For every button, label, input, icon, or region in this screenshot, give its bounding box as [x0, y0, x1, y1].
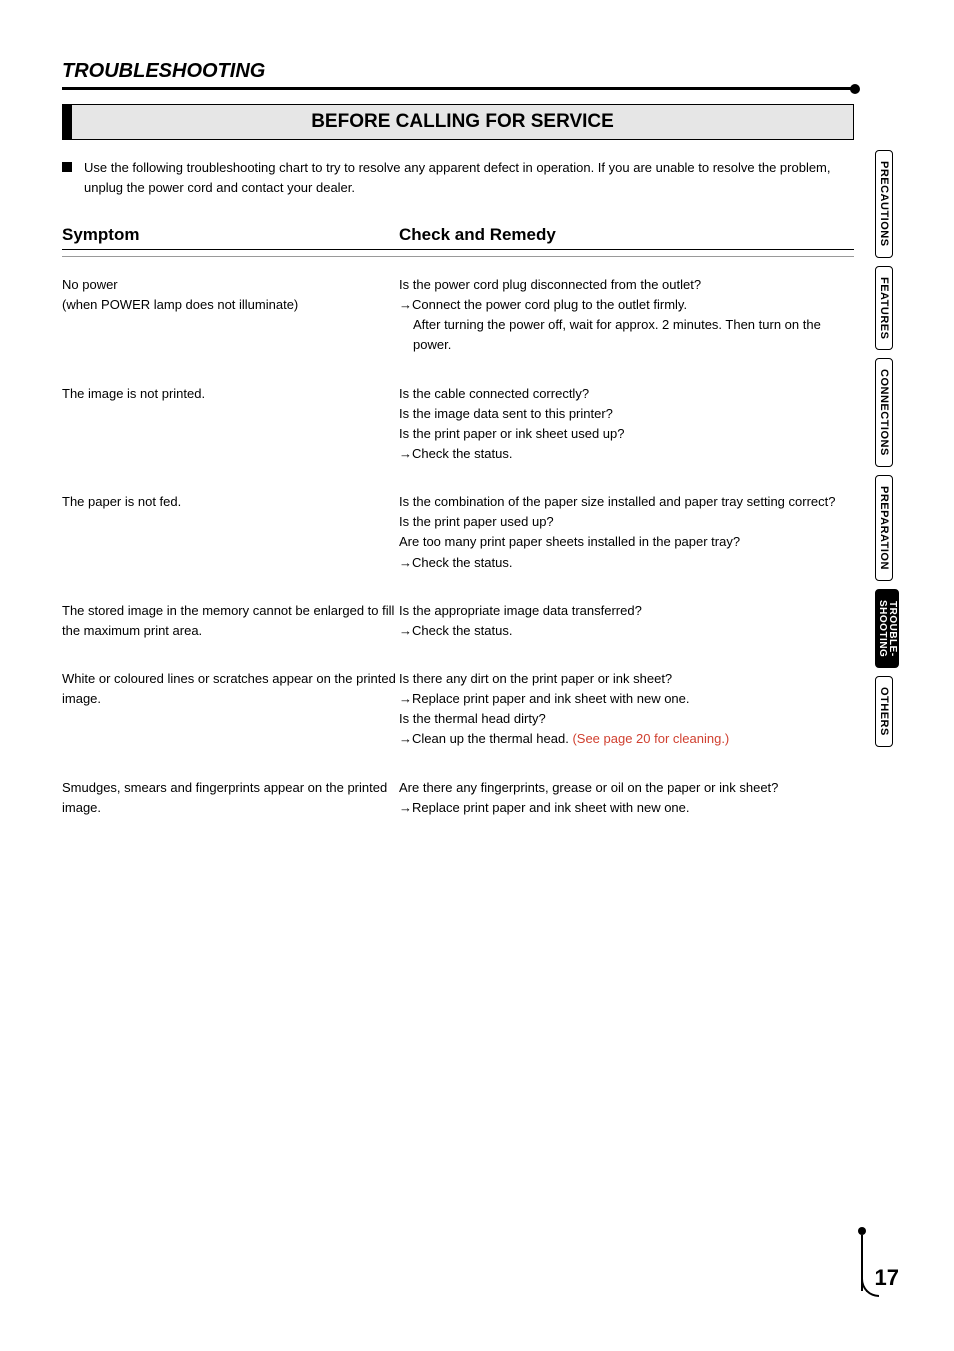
arrow-icon: →	[399, 555, 412, 570]
remedy-line: Are there any fingerprints, grease or oi…	[399, 778, 854, 798]
table-body: No power(when POWER lamp does not illumi…	[62, 256, 854, 818]
title-rule	[62, 87, 854, 90]
arrow-icon: →	[399, 297, 412, 312]
symptom-cell: White or coloured lines or scratches app…	[62, 669, 399, 750]
remedy-cell: Is there any dirt on the print paper or …	[399, 669, 854, 750]
side-tab[interactable]: PREPARATION	[875, 475, 893, 581]
table-row: The image is not printed.Is the cable co…	[62, 384, 854, 465]
table-row: No power(when POWER lamp does not illumi…	[62, 275, 854, 356]
remedy-cell: Are there any fingerprints, grease or oi…	[399, 778, 854, 818]
side-tabs: PRECAUTIONS FEATURES CONNECTIONS PREPARATIO…	[875, 150, 899, 755]
remedy-cell: Is the combination of the paper size ins…	[399, 492, 854, 573]
symptom-cell: The stored image in the memory cannot be…	[62, 601, 399, 641]
symptom-cell: The paper is not fed.	[62, 492, 399, 573]
symptom-cell: Smudges, smears and fingerprints appear …	[62, 778, 399, 818]
remedy-line: Is the thermal head dirty?	[399, 709, 854, 729]
table-row: The paper is not fed.Is the combination …	[62, 492, 854, 573]
remedy-line: Is the power cord plug disconnected from…	[399, 275, 854, 295]
side-tab[interactable]: FEATURES	[875, 266, 893, 350]
intro-row: Use the following troubleshooting chart …	[62, 158, 854, 197]
remedy-cell: Is the appropriate image data transferre…	[399, 601, 854, 641]
side-tab[interactable]: CONNECTIONS	[875, 358, 893, 467]
remedy-line: →Clean up the thermal head. (See page 20…	[399, 729, 854, 749]
symptom-line: No power	[62, 275, 399, 295]
symptom-line: The image is not printed.	[62, 384, 399, 404]
table-row: White or coloured lines or scratches app…	[62, 669, 854, 750]
remedy-line: Is the combination of the paper size ins…	[399, 492, 854, 512]
page-number-area: 17	[855, 1231, 899, 1291]
side-tab[interactable]: OTHERS	[875, 676, 893, 747]
symptom-line: The stored image in the memory cannot be…	[62, 601, 399, 641]
remedy-line: Is the print paper or ink sheet used up?	[399, 424, 854, 444]
symptom-line: White or coloured lines or scratches app…	[62, 669, 399, 709]
arrow-icon: →	[399, 446, 412, 461]
remedy-line: →Check the status.	[399, 621, 854, 641]
symptom-line: Smudges, smears and fingerprints appear …	[62, 778, 399, 818]
symptom-line: (when POWER lamp does not illuminate)	[62, 295, 399, 315]
remedy-line: →Replace print paper and ink sheet with …	[399, 798, 854, 818]
symptom-cell: The image is not printed.	[62, 384, 399, 465]
intro-text: Use the following troubleshooting chart …	[84, 158, 854, 197]
side-tab[interactable]: PRECAUTIONS	[875, 150, 893, 258]
page-reference-link[interactable]: (See page 20 for cleaning.)	[572, 731, 729, 746]
remedy-line: →Check the status.	[399, 553, 854, 573]
arrow-icon: →	[399, 691, 412, 706]
remedy-cell: Is the power cord plug disconnected from…	[399, 275, 854, 356]
header-remedy: Check and Remedy	[399, 225, 854, 245]
table-row: The stored image in the memory cannot be…	[62, 601, 854, 641]
remedy-cell: Is the cable connected correctly?Is the …	[399, 384, 854, 465]
remedy-line: Is the image data sent to this printer?	[399, 404, 854, 424]
remedy-line: Is the cable connected correctly?	[399, 384, 854, 404]
remedy-line: After turning the power off, wait for ap…	[399, 315, 854, 355]
table-header-row: Symptom Check and Remedy	[62, 225, 854, 250]
side-tab[interactable]: SHOOTINGTROUBLE-	[875, 589, 899, 668]
bullet-icon	[62, 162, 72, 172]
remedy-line: →Connect the power cord plug to the outl…	[399, 295, 854, 315]
remedy-line: Is there any dirt on the print paper or …	[399, 669, 854, 689]
remedy-line: →Check the status.	[399, 444, 854, 464]
symptom-line: The paper is not fed.	[62, 492, 399, 512]
remedy-line: Are too many print paper sheets installe…	[399, 532, 854, 552]
symptom-cell: No power(when POWER lamp does not illumi…	[62, 275, 399, 356]
remedy-line: Is the appropriate image data transferre…	[399, 601, 854, 621]
section-title: TROUBLESHOOTING	[62, 60, 854, 83]
page-ornament	[855, 1231, 867, 1291]
arrow-icon: →	[399, 800, 412, 815]
arrow-icon: →	[399, 623, 412, 638]
remedy-line: →Replace print paper and ink sheet with …	[399, 689, 854, 709]
table-row: Smudges, smears and fingerprints appear …	[62, 778, 854, 818]
remedy-line: Is the print paper used up?	[399, 512, 854, 532]
header-symptom: Symptom	[62, 225, 399, 245]
arrow-icon: →	[399, 731, 412, 746]
subtitle-box: BEFORE CALLING FOR SERVICE	[62, 104, 854, 140]
